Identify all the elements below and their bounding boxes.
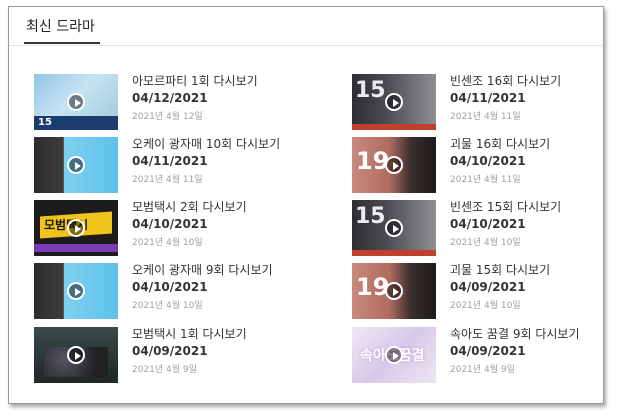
drama-item[interactable]: 오케이 광자매 10회 다시보기 04/11/2021 2021년 4월 11일 <box>34 137 304 193</box>
drama-title[interactable]: 괴물 16회 다시보기 04/10/2021 <box>450 136 617 170</box>
drama-title-text[interactable]: 괴물 16회 다시보기 <box>450 137 550 151</box>
latest-drama-panel: 최신 드라마 15 아모르파티 1회 다시보기 04/12/2021 2021년 4… <box>8 6 604 404</box>
drama-air-date: 04/09/2021 <box>450 344 526 358</box>
drama-title-text[interactable]: 모범택시 2회 다시보기 <box>132 200 247 214</box>
drama-title[interactable]: 아모르파티 1회 다시보기 04/12/2021 <box>132 73 300 107</box>
drama-title[interactable]: 모범택시 1회 다시보기 04/09/2021 <box>132 326 300 360</box>
play-icon[interactable] <box>67 156 85 174</box>
drama-air-date: 04/10/2021 <box>132 217 208 231</box>
drama-air-date: 04/09/2021 <box>450 280 526 294</box>
publish-date: 2021년 4월 10일 <box>132 238 203 248</box>
drama-title-text[interactable]: 아모르파티 1회 다시보기 <box>132 74 258 88</box>
drama-item[interactable]: 속아도꿈결 속아도 꿈결 9회 다시보기 04/09/2021 2021년 4월 9… <box>352 327 617 383</box>
thumbnail-text: 15 <box>38 117 52 128</box>
play-icon[interactable] <box>385 93 403 111</box>
drama-title[interactable]: 오케이 광자매 10회 다시보기 04/11/2021 <box>132 136 300 170</box>
drama-item[interactable]: 15 아모르파티 1회 다시보기 04/12/2021 2021년 4월 12일 <box>34 74 304 130</box>
drama-air-date: 04/11/2021 <box>450 91 526 105</box>
thumbnail-text: 15 <box>355 78 386 103</box>
drama-title-text[interactable]: 오케이 광자매 10회 다시보기 <box>132 137 280 151</box>
publish-date: 2021년 4월 11일 <box>450 175 521 185</box>
drama-thumbnail[interactable] <box>34 327 118 383</box>
drama-air-date: 04/09/2021 <box>132 344 208 358</box>
thumbnail-text: 15 <box>355 204 386 229</box>
drama-title-text[interactable]: 모범택시 1회 다시보기 <box>132 327 247 341</box>
drama-air-date: 04/10/2021 <box>450 154 526 168</box>
publish-date: 2021년 4월 11일 <box>132 175 203 185</box>
drama-thumbnail[interactable]: 15 <box>352 74 436 130</box>
drama-title[interactable]: 빈센조 16회 다시보기 04/11/2021 <box>450 73 617 107</box>
thumbnail-text: 19 <box>356 147 390 175</box>
drama-item[interactable]: 15 빈센조 15회 다시보기 04/10/2021 2021년 4월 10일 <box>352 200 617 256</box>
play-icon[interactable] <box>385 346 403 364</box>
play-icon[interactable] <box>385 156 403 174</box>
drama-title-text[interactable]: 빈센조 16회 다시보기 <box>450 74 561 88</box>
drama-item[interactable]: 모범택시 1회 다시보기 04/09/2021 2021년 4월 9일 <box>34 327 304 383</box>
play-icon[interactable] <box>67 219 85 237</box>
drama-item[interactable]: 모범택시 모범택시 2회 다시보기 04/10/2021 2021년 4월 10일 <box>34 200 304 256</box>
drama-title-text[interactable]: 괴물 15회 다시보기 <box>450 263 550 277</box>
drama-title[interactable]: 모범택시 2회 다시보기 04/10/2021 <box>132 199 300 233</box>
drama-item[interactable]: 오케이 광자매 9회 다시보기 04/10/2021 2021년 4월 10일 <box>34 263 304 319</box>
section-title: 최신 드라마 <box>26 19 95 35</box>
drama-thumbnail[interactable]: 모범택시 <box>34 200 118 256</box>
play-icon[interactable] <box>385 282 403 300</box>
drama-air-date: 04/10/2021 <box>132 280 208 294</box>
drama-thumbnail[interactable]: 19 <box>352 137 436 193</box>
publish-date: 2021년 4월 9일 <box>450 365 515 375</box>
publish-date: 2021년 4월 10일 <box>132 301 203 311</box>
thumbnail-strip <box>34 244 118 252</box>
drama-title[interactable]: 빈센조 15회 다시보기 04/10/2021 <box>450 199 617 233</box>
drama-title[interactable]: 오케이 광자매 9회 다시보기 04/10/2021 <box>132 262 300 296</box>
drama-title-text[interactable]: 오케이 광자매 9회 다시보기 <box>132 263 273 277</box>
drama-thumbnail[interactable] <box>34 263 118 319</box>
drama-thumbnail[interactable]: 15 <box>352 200 436 256</box>
thumbnail-banner <box>352 124 436 130</box>
drama-air-date: 04/11/2021 <box>132 154 208 168</box>
play-icon[interactable] <box>385 219 403 237</box>
publish-date: 2021년 4월 12일 <box>132 112 203 122</box>
drama-item[interactable]: 19 괴물 16회 다시보기 04/10/2021 2021년 4월 11일 <box>352 137 617 193</box>
drama-thumbnail[interactable]: 속아도꿈결 <box>352 327 436 383</box>
drama-title[interactable]: 속아도 꿈결 9회 다시보기 04/09/2021 <box>450 326 617 360</box>
drama-air-date: 04/12/2021 <box>132 91 208 105</box>
drama-thumbnail[interactable] <box>34 137 118 193</box>
publish-date: 2021년 4월 10일 <box>450 238 521 248</box>
publish-date: 2021년 4월 10일 <box>450 301 521 311</box>
section-title-underline <box>24 42 100 44</box>
drama-thumbnail[interactable]: 15 <box>34 74 118 130</box>
thumbnail-text: 19 <box>356 273 390 301</box>
publish-date: 2021년 4월 11일 <box>450 112 521 122</box>
section-header: 최신 드라마 <box>9 7 603 46</box>
drama-thumbnail[interactable]: 19 <box>352 263 436 319</box>
play-icon[interactable] <box>67 282 85 300</box>
drama-title-text[interactable]: 속아도 꿈결 9회 다시보기 <box>450 327 579 341</box>
drama-title-text[interactable]: 빈센조 15회 다시보기 <box>450 200 561 214</box>
drama-title[interactable]: 괴물 15회 다시보기 04/09/2021 <box>450 262 617 296</box>
play-icon[interactable] <box>67 93 85 111</box>
play-icon[interactable] <box>67 346 85 364</box>
thumbnail-banner <box>352 250 436 256</box>
publish-date: 2021년 4월 9일 <box>132 365 197 375</box>
drama-item[interactable]: 19 괴물 15회 다시보기 04/09/2021 2021년 4월 10일 <box>352 263 617 319</box>
drama-air-date: 04/10/2021 <box>450 217 526 231</box>
drama-item[interactable]: 15 빈센조 16회 다시보기 04/11/2021 2021년 4월 11일 <box>352 74 617 130</box>
